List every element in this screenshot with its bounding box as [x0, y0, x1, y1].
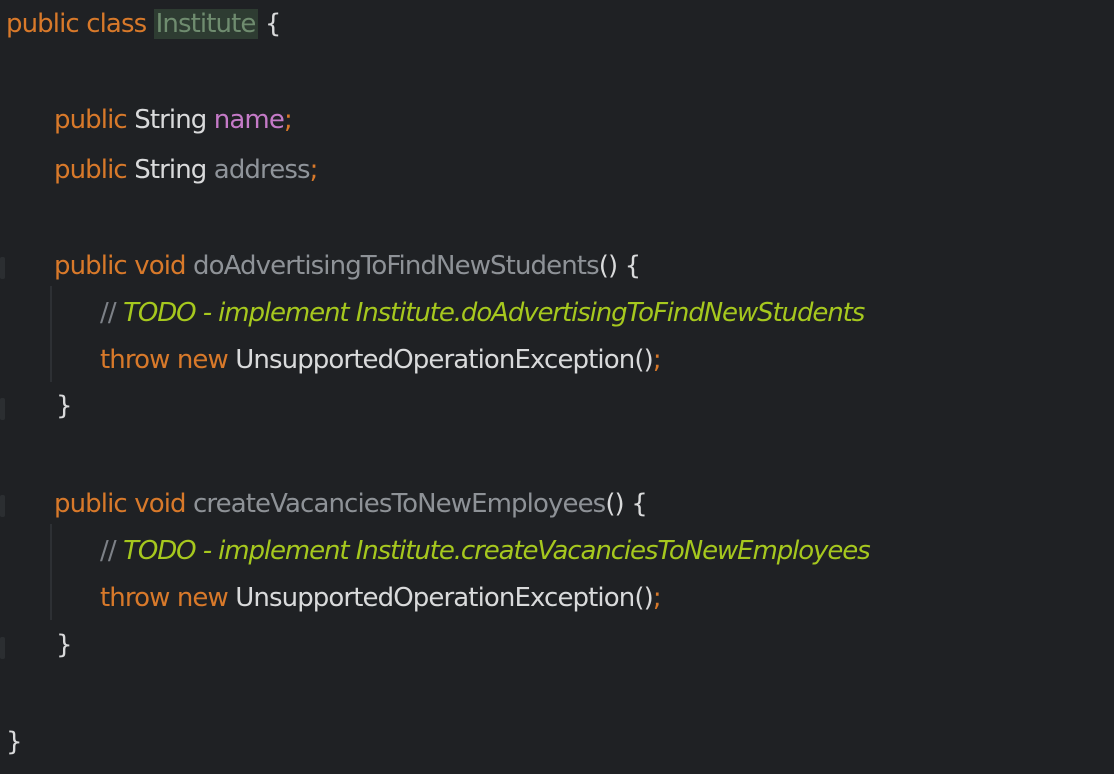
- field-name[interactable]: address: [214, 155, 311, 185]
- keyword-throw: throw: [100, 345, 170, 375]
- type-name: String: [134, 105, 207, 135]
- fold-marker[interactable]: [0, 495, 5, 517]
- semicolon: ;: [652, 583, 662, 613]
- method-name[interactable]: createVacanciesToNewEmployees: [193, 489, 606, 519]
- keyword-public: public: [54, 251, 128, 281]
- type-name: String: [134, 155, 207, 185]
- code-line-11[interactable]: }: [56, 625, 73, 665]
- semicolon: ;: [652, 345, 662, 375]
- exception-class[interactable]: UnsupportedOperationException: [235, 583, 635, 613]
- exception-class[interactable]: UnsupportedOperationException: [235, 345, 635, 375]
- code-line-4[interactable]: public void doAdvertisingToFindNewStuden…: [54, 246, 642, 286]
- code-line-6[interactable]: throw new UnsupportedOperationException(…: [100, 340, 662, 380]
- keyword-throw: throw: [100, 583, 170, 613]
- keyword-public: public: [54, 489, 128, 519]
- keyword-public: public: [54, 105, 128, 135]
- keyword-void: void: [134, 251, 186, 281]
- indent-guide: [50, 524, 52, 620]
- todo-comment: TODO - implement Institute.createVacanci…: [123, 536, 871, 566]
- parentheses: (): [605, 489, 624, 519]
- keyword-public: public: [6, 9, 80, 39]
- code-line-12[interactable]: }: [6, 722, 23, 762]
- keyword-new: new: [176, 583, 229, 613]
- close-brace: }: [6, 727, 23, 757]
- keyword-new: new: [176, 345, 229, 375]
- keyword-class: class: [86, 9, 147, 39]
- code-line-1[interactable]: public class Institute {: [6, 4, 281, 44]
- fold-marker[interactable]: [0, 637, 5, 659]
- code-line-2[interactable]: public String name;: [54, 100, 293, 140]
- call-parentheses: (): [634, 583, 653, 613]
- todo-comment: TODO - implement Institute.doAdvertising…: [123, 298, 865, 328]
- indent-guide: [50, 286, 52, 382]
- code-line-9[interactable]: // TODO - implement Institute.createVaca…: [100, 531, 871, 571]
- open-brace: {: [264, 9, 282, 39]
- comment-slashes: //: [100, 298, 117, 328]
- code-editor[interactable]: public class Institute { public String n…: [0, 0, 1114, 774]
- keyword-void: void: [134, 489, 186, 519]
- semicolon: ;: [283, 105, 293, 135]
- method-name[interactable]: doAdvertisingToFindNewStudents: [193, 251, 600, 281]
- code-line-7[interactable]: }: [56, 386, 73, 426]
- fold-marker[interactable]: [0, 257, 5, 279]
- code-line-3[interactable]: public String address;: [54, 150, 318, 190]
- call-parentheses: (): [634, 345, 653, 375]
- keyword-public: public: [54, 155, 128, 185]
- comment-slashes: //: [100, 536, 117, 566]
- close-brace: }: [56, 391, 73, 421]
- class-name[interactable]: Institute: [153, 9, 258, 39]
- field-name[interactable]: name: [214, 105, 285, 135]
- code-line-8[interactable]: public void createVacanciesToNewEmployee…: [54, 484, 648, 524]
- close-brace: }: [56, 630, 73, 660]
- open-brace: {: [631, 489, 648, 519]
- open-brace: {: [624, 251, 642, 281]
- code-line-5[interactable]: // TODO - implement Institute.doAdvertis…: [100, 293, 865, 333]
- fold-marker[interactable]: [0, 398, 5, 420]
- code-line-10[interactable]: throw new UnsupportedOperationException(…: [100, 578, 662, 618]
- parentheses: (): [598, 251, 618, 281]
- semicolon: ;: [309, 155, 319, 185]
